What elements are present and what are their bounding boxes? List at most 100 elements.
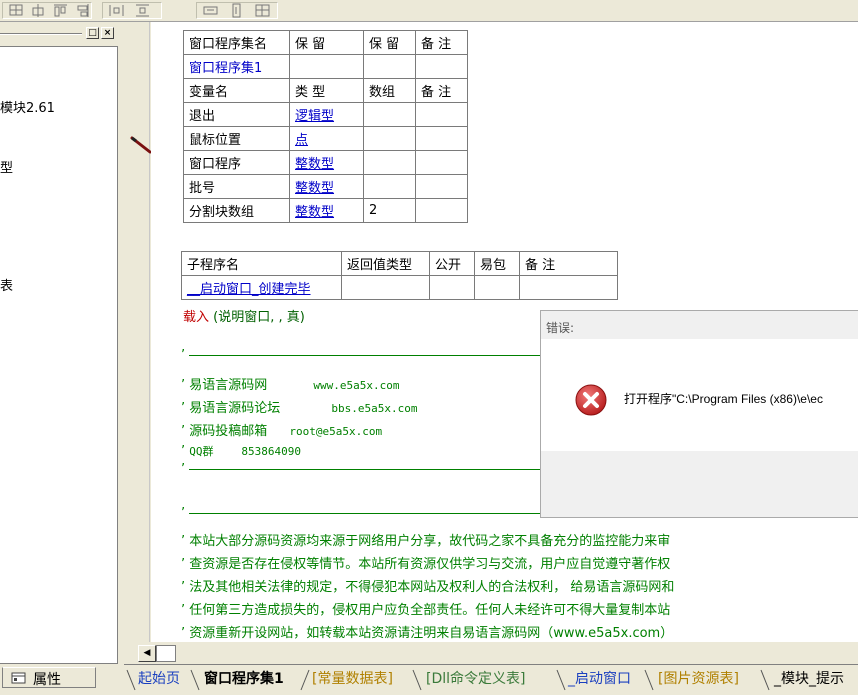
variable-name-cell[interactable]: 分割块数组 (183, 198, 290, 223)
comment-line[interactable]: ’ 查资源是否存在侵权等情节。本站所有资源仅供学习与交流，用户应自觉遵守著作权 (181, 553, 670, 572)
table-cell[interactable] (415, 198, 468, 223)
program-set-table: 窗口程序集名 保 留 保 留 备 注 窗口程序集1 变量名 类 型 数组 备 注… (183, 30, 468, 223)
comment-quote: ’ (181, 401, 186, 416)
tab-separator (190, 668, 200, 692)
comment-rule (189, 355, 550, 356)
align-center-icon[interactable] (30, 3, 47, 18)
same-size-icon[interactable] (254, 3, 271, 18)
table-cell[interactable] (429, 275, 475, 300)
tab-module-hint[interactable]: _模块_提示 (774, 669, 844, 691)
toolbar (0, 0, 858, 22)
table-cell[interactable] (415, 54, 468, 79)
comment-line[interactable]: ’ QQ群 853864090 (181, 443, 301, 459)
tree-item[interactable]: 模块2.61 (0, 97, 55, 116)
same-width-icon[interactable] (202, 3, 219, 18)
tab-separator (126, 668, 136, 692)
table-cell[interactable] (363, 126, 416, 151)
tree-item[interactable]: 表 (0, 275, 13, 294)
pencil-icon (130, 134, 152, 156)
property-tab[interactable]: 属性 (2, 667, 96, 688)
comment-quote: ’ (181, 348, 186, 363)
table-cell[interactable] (415, 150, 468, 175)
tab-separator (300, 668, 310, 692)
tab-image-resource-table[interactable]: [图片资源表] (658, 669, 739, 691)
tab-separator (556, 668, 566, 692)
table-header: 窗口程序集名 (183, 30, 290, 55)
align-right-icon[interactable] (74, 3, 91, 18)
table-header: 公开 (429, 251, 475, 276)
variable-name-cell[interactable]: 批号 (183, 174, 290, 199)
load-args: (说明窗口, , 真) (213, 310, 305, 325)
table-cell[interactable] (519, 275, 618, 300)
table-cell[interactable] (363, 102, 416, 127)
table-header: 子程序名 (181, 251, 342, 276)
notice-text: 本站大部分源码资源均来源于网络用户分享，故代码之家不具备充分的监控能力来审 (189, 534, 671, 549)
project-tree[interactable]: 模块2.61 型 表 (0, 46, 118, 664)
table-cell[interactable] (363, 150, 416, 175)
variable-name-cell[interactable]: 退出 (183, 102, 290, 127)
close-icon[interactable]: × (101, 27, 114, 39)
comment-line[interactable]: ’ 易语言源码论坛 bbs.e5a5x.com (181, 397, 418, 416)
tab-separator (412, 668, 422, 692)
error-dialog[interactable]: 错误: 打开程序"C:\Program Files (x86)\e\ec (540, 310, 858, 518)
tab-separator (644, 668, 654, 692)
variable-type-link[interactable]: 整数型 (289, 198, 364, 223)
comment-line[interactable]: ’ 资源重新开设网站，如转载本站资源请注明来自易语言源码网（www.e5a5x.… (181, 622, 673, 641)
left-panel-titlebar: □ × (0, 26, 118, 42)
table-cell[interactable] (474, 275, 520, 300)
variable-name-cell[interactable]: 鼠标位置 (183, 126, 290, 151)
tab-dll-command-table[interactable]: [Dll命令定义表] (426, 669, 525, 691)
comment-quote: ’ (181, 603, 186, 618)
horizontal-scrollbar[interactable]: ◀ (124, 642, 858, 664)
dialog-body: 打开程序"C:\Program Files (x86)\e\ec (541, 339, 858, 451)
load-keyword: 载入 (183, 310, 210, 325)
space-vertical-icon[interactable] (134, 3, 151, 18)
table-cell[interactable] (363, 54, 416, 79)
comment-quote: ’ (181, 444, 186, 459)
align-left-icon[interactable] (8, 3, 25, 18)
same-height-icon[interactable] (228, 3, 245, 18)
variable-name-cell[interactable]: 窗口程序 (183, 150, 290, 175)
table-row: 鼠标位置 点 (183, 126, 468, 151)
array-dim-cell[interactable]: 2 (363, 198, 416, 223)
align-top-icon[interactable] (52, 3, 69, 18)
variable-type-link[interactable]: 点 (289, 126, 364, 151)
table-cell[interactable] (415, 126, 468, 151)
info-value: www.e5a5x.com (313, 379, 400, 392)
table-header: 备 注 (415, 78, 468, 103)
comment-quote: ’ (181, 626, 186, 641)
info-value: 853864090 (241, 445, 302, 458)
variable-type-link[interactable]: 整数型 (289, 174, 364, 199)
table-cell[interactable] (341, 275, 430, 300)
comment-line[interactable]: ’ 本站大部分源码资源均来源于网络用户分享，故代码之家不具备充分的监控能力来审 (181, 530, 670, 549)
subroutine-name-link[interactable]: __启动窗口_创建完毕 (181, 275, 342, 300)
table-cell[interactable] (415, 174, 468, 199)
scroll-track[interactable] (156, 645, 176, 662)
table-header: 备 注 (415, 30, 468, 55)
comment-line[interactable]: ’ 源码投稿邮箱 root@e5a5x.com (181, 420, 382, 439)
scroll-left-arrow-icon[interactable]: ◀ (138, 645, 156, 662)
comment-quote: ’ (181, 378, 186, 393)
code-line-load[interactable]: 载入 (说明窗口, , 真) (183, 306, 305, 325)
table-header: 保 留 (289, 30, 364, 55)
tab-constant-table[interactable]: [常量数据表] (312, 669, 393, 691)
comment-line[interactable]: ’ 易语言源码网 www.e5a5x.com (181, 374, 400, 393)
comment-rule-line[interactable]: ’ (181, 348, 550, 363)
tab-startup-window[interactable]: _启动窗口 (568, 669, 631, 691)
tab-window-program-set[interactable]: 窗口程序集1 (204, 669, 284, 691)
comment-rule-line[interactable]: ’ (181, 462, 550, 477)
tree-item[interactable]: 型 (0, 157, 13, 176)
table-cell[interactable] (363, 174, 416, 199)
restore-icon[interactable]: □ (86, 27, 99, 39)
program-set-name-cell[interactable]: 窗口程序集1 (183, 54, 290, 79)
notice-text: 法及其他相关法律的规定，不得侵犯本网站及权利人的合法权利， 给易语言源码网和 (189, 580, 675, 595)
table-cell[interactable] (415, 102, 468, 127)
comment-line[interactable]: ’ 法及其他相关法律的规定，不得侵犯本网站及权利人的合法权利， 给易语言源码网和 (181, 576, 674, 595)
tab-start-page[interactable]: 起始页 (138, 669, 180, 691)
comment-line[interactable]: ’ 任何第三方造成损失的，侵权用户应负全部责任。任何人未经许可不得大量复制本站 (181, 599, 670, 618)
dialog-title: 错误: (546, 321, 575, 335)
space-horizontal-icon[interactable] (108, 3, 125, 18)
variable-type-link[interactable]: 整数型 (289, 150, 364, 175)
variable-type-link[interactable]: 逻辑型 (289, 102, 364, 127)
table-cell[interactable] (289, 54, 364, 79)
